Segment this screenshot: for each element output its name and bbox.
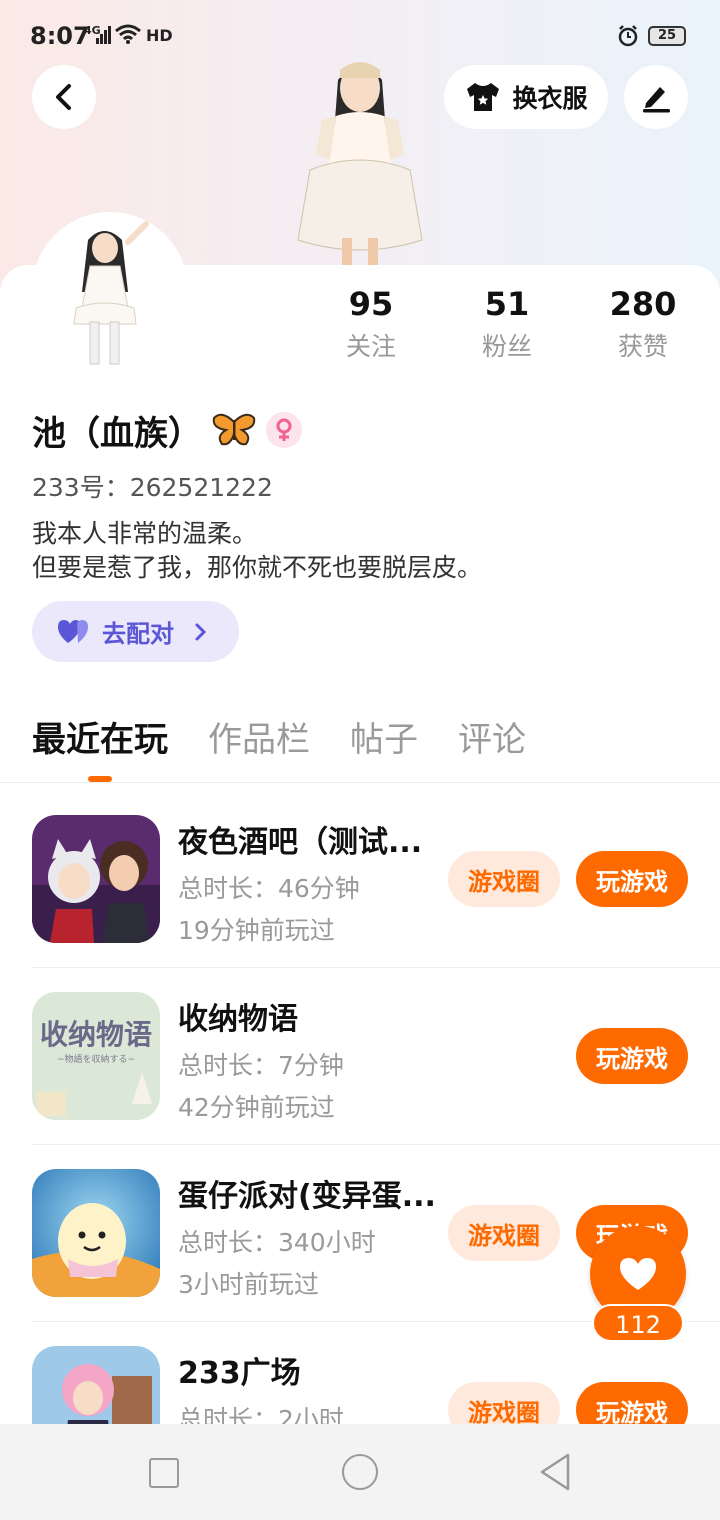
- stat-following-label: 关注: [345, 332, 396, 361]
- match-button[interactable]: 去配对: [32, 601, 239, 662]
- avatar-character-image: [73, 221, 149, 365]
- game-circle-button[interactable]: 游戏圈: [448, 851, 560, 907]
- change-outfit-label: 换衣服: [512, 84, 588, 113]
- tabs-divider: [0, 782, 720, 783]
- storage-story-logo-subtitle: ~物語を収納する~: [57, 1053, 135, 1065]
- hearts-icon: [58, 619, 88, 643]
- avatar[interactable]: [32, 212, 188, 368]
- storage-story-logo-text: 收纳物语: [40, 1018, 152, 1051]
- system-navigation-bar: [0, 1424, 720, 1520]
- wifi-icon: [115, 24, 141, 44]
- tab-recently-played[interactable]: 最近在玩: [32, 712, 168, 761]
- like-count: 112: [592, 1304, 684, 1342]
- game-last-played: 19分钟前玩过: [178, 916, 335, 945]
- play-game-button[interactable]: 玩游戏: [576, 1028, 688, 1084]
- row-divider: [32, 967, 720, 968]
- game-duration: 总时长：340小时: [178, 1228, 376, 1257]
- user-id: 233号：262521222: [32, 473, 273, 502]
- play-game-button[interactable]: 玩游戏: [576, 851, 688, 907]
- game-title: 233广场: [178, 1356, 301, 1391]
- match-label: 去配对: [102, 620, 174, 648]
- stat-following[interactable]: 95 关注: [306, 285, 436, 363]
- stat-likes[interactable]: 280 获赞: [578, 285, 708, 363]
- chevron-left-icon: [56, 84, 71, 110]
- signal-icon: [96, 26, 111, 44]
- stat-fans[interactable]: 51 粉丝: [442, 285, 572, 363]
- game-icon-night-bar: [32, 815, 160, 943]
- tshirt-icon: [467, 83, 500, 111]
- home-button[interactable]: [342, 1454, 378, 1490]
- game-item-4[interactable]: 233广场 总时长：2小时 游戏圈 玩游戏: [32, 1346, 720, 1424]
- game-item-2[interactable]: 收纳物语 ~物語を収納する~ 收纳物语 总时长：7分钟 42分钟前玩过 玩游戏: [32, 992, 720, 1168]
- stat-fans-value: 51: [484, 285, 530, 323]
- game-circle-button[interactable]: 游戏圈: [448, 1205, 560, 1261]
- game-duration: 总时长：46分钟: [178, 874, 360, 903]
- heart-icon: [620, 1258, 656, 1290]
- change-outfit-button[interactable]: 换衣服: [444, 65, 608, 129]
- recents-button[interactable]: [149, 1458, 179, 1488]
- pen-icon: [643, 87, 670, 113]
- back-button[interactable]: [32, 65, 96, 129]
- hd-indicator: HD: [146, 26, 173, 45]
- female-gender-icon: [266, 412, 302, 448]
- stat-following-value: 95: [348, 285, 394, 323]
- user-bio: 我本人非常的温柔。 但要是惹了我，那你就不死也要脱层皮。: [32, 517, 482, 585]
- game-icon-eggy-party: [32, 1169, 160, 1297]
- battery-indicator: 25: [648, 26, 686, 46]
- game-title: 收纳物语: [178, 1002, 298, 1037]
- tab-comments[interactable]: 评论: [458, 712, 526, 761]
- tab-posts[interactable]: 帖子: [350, 712, 418, 761]
- alarm-icon: [618, 25, 638, 47]
- game-duration: 总时长：2小时: [178, 1405, 344, 1424]
- game-circle-button[interactable]: 游戏圈: [448, 1382, 560, 1424]
- system-back-button[interactable]: [538, 1452, 572, 1492]
- profile-stats: 95 关注 51 粉丝 280 获赞: [300, 285, 700, 375]
- game-title: 夜色酒吧（测试...: [178, 825, 423, 860]
- name-row: 池（血族）: [32, 406, 302, 454]
- game-last-played: 42分钟前玩过: [178, 1093, 335, 1122]
- character-figure-image: [297, 62, 423, 268]
- game-icon-233-plaza: [32, 1346, 160, 1424]
- bio-line-2: 但要是惹了我，那你就不死也要脱层皮。: [32, 553, 483, 582]
- tab-works[interactable]: 作品栏: [208, 712, 310, 761]
- play-game-button[interactable]: 玩游戏: [576, 1382, 688, 1424]
- stat-fans-label: 粉丝: [481, 332, 532, 361]
- butterfly-icon: [212, 413, 256, 446]
- game-item-1[interactable]: 夜色酒吧（测试... 总时长：46分钟 19分钟前玩过 游戏圈 玩游戏: [32, 815, 720, 991]
- game-last-played: 3小时前玩过: [178, 1270, 319, 1299]
- status-time: 8:07: [30, 22, 90, 50]
- bio-line-1: 我本人非常的温柔。: [32, 519, 258, 548]
- game-icon-storage-story: 收纳物语 ~物語を収納する~: [32, 992, 160, 1120]
- user-name: 池（血族）: [32, 413, 202, 454]
- game-duration: 总时长：7分钟: [178, 1051, 344, 1080]
- stat-likes-value: 280: [609, 285, 677, 323]
- game-title: 蛋仔派对(变异蛋...: [178, 1179, 436, 1214]
- chevron-right-icon: [195, 623, 207, 640]
- edit-profile-button[interactable]: [624, 65, 688, 129]
- stat-likes-label: 获赞: [617, 332, 668, 361]
- row-divider: [32, 1144, 720, 1145]
